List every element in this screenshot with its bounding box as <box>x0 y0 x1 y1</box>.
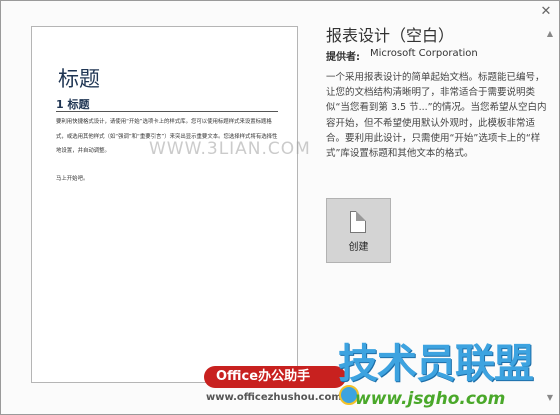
template-description: 一个采用报表设计的简单起始文档。标题能已编号，让您的文档结构清晰明了，非常适合于… <box>326 72 547 160</box>
provider-value: Microsoft Corporation <box>370 48 478 59</box>
template-title: 报表设计（空白） <box>326 26 455 45</box>
office-assistant-url: www.officezhushou.com <box>206 392 342 403</box>
template-preview-page: 标题 1 标题 要利用快捷格式设计，请使用“开始”选项卡上的样式库。您可以使用标… <box>31 26 298 383</box>
scroll-down-icon[interactable]: ▼ <box>545 393 555 403</box>
create-button[interactable]: 创建 <box>326 198 391 263</box>
preview-heading: 1 标题 <box>56 98 90 111</box>
create-button-label: 创建 <box>348 242 369 253</box>
office-assistant-logo: Office办公助手 <box>204 366 346 388</box>
watermark-text: WWW.3LIAN.COM <box>149 139 311 159</box>
brand-url: www.jsgho.com <box>355 389 506 409</box>
preview-title: 标题 <box>58 67 100 91</box>
preview-heading-rule <box>56 111 278 112</box>
preview-footer-text: 马上开始吧。 <box>56 176 89 182</box>
document-icon <box>350 211 366 233</box>
provider-label: 提供者: <box>326 52 360 63</box>
close-icon[interactable]: ✕ <box>539 5 553 19</box>
brand-logo-text: 技术员联盟 <box>338 341 534 387</box>
scroll-up-icon[interactable]: ▲ <box>545 29 555 39</box>
